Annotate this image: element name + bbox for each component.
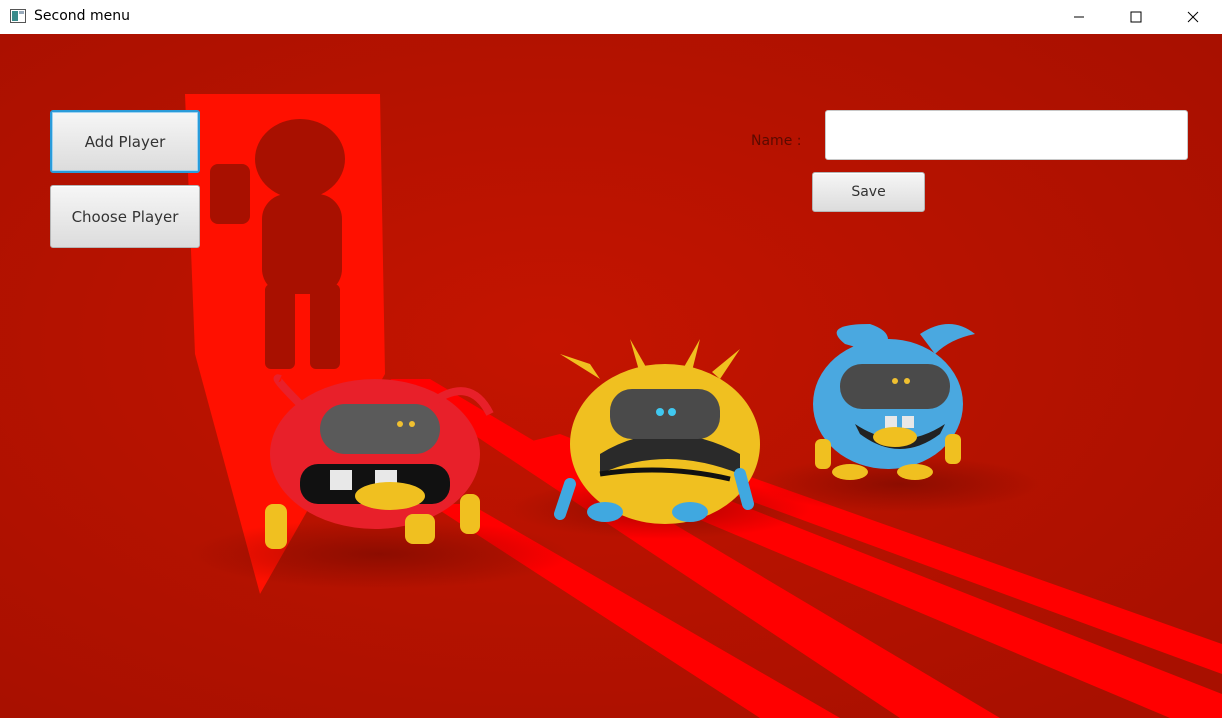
minimize-icon xyxy=(1074,16,1084,18)
save-label: Save xyxy=(851,184,886,200)
close-icon xyxy=(1187,11,1199,23)
app-icon xyxy=(10,9,26,23)
window-title: Second menu xyxy=(34,8,130,24)
add-player-label: Add Player xyxy=(84,132,166,151)
title-bar: Second menu xyxy=(0,0,1222,34)
maximize-button[interactable] xyxy=(1107,0,1165,34)
name-label: Name : xyxy=(751,133,802,149)
save-button[interactable]: Save xyxy=(812,172,925,212)
name-input[interactable] xyxy=(825,110,1188,160)
minimize-button[interactable] xyxy=(1050,0,1108,34)
choose-player-label: Choose Player xyxy=(71,207,179,226)
add-player-button[interactable]: Add Player xyxy=(50,110,200,173)
close-button[interactable] xyxy=(1164,0,1222,34)
maximize-icon xyxy=(1130,11,1142,23)
choose-player-button[interactable]: Choose Player xyxy=(50,185,200,248)
